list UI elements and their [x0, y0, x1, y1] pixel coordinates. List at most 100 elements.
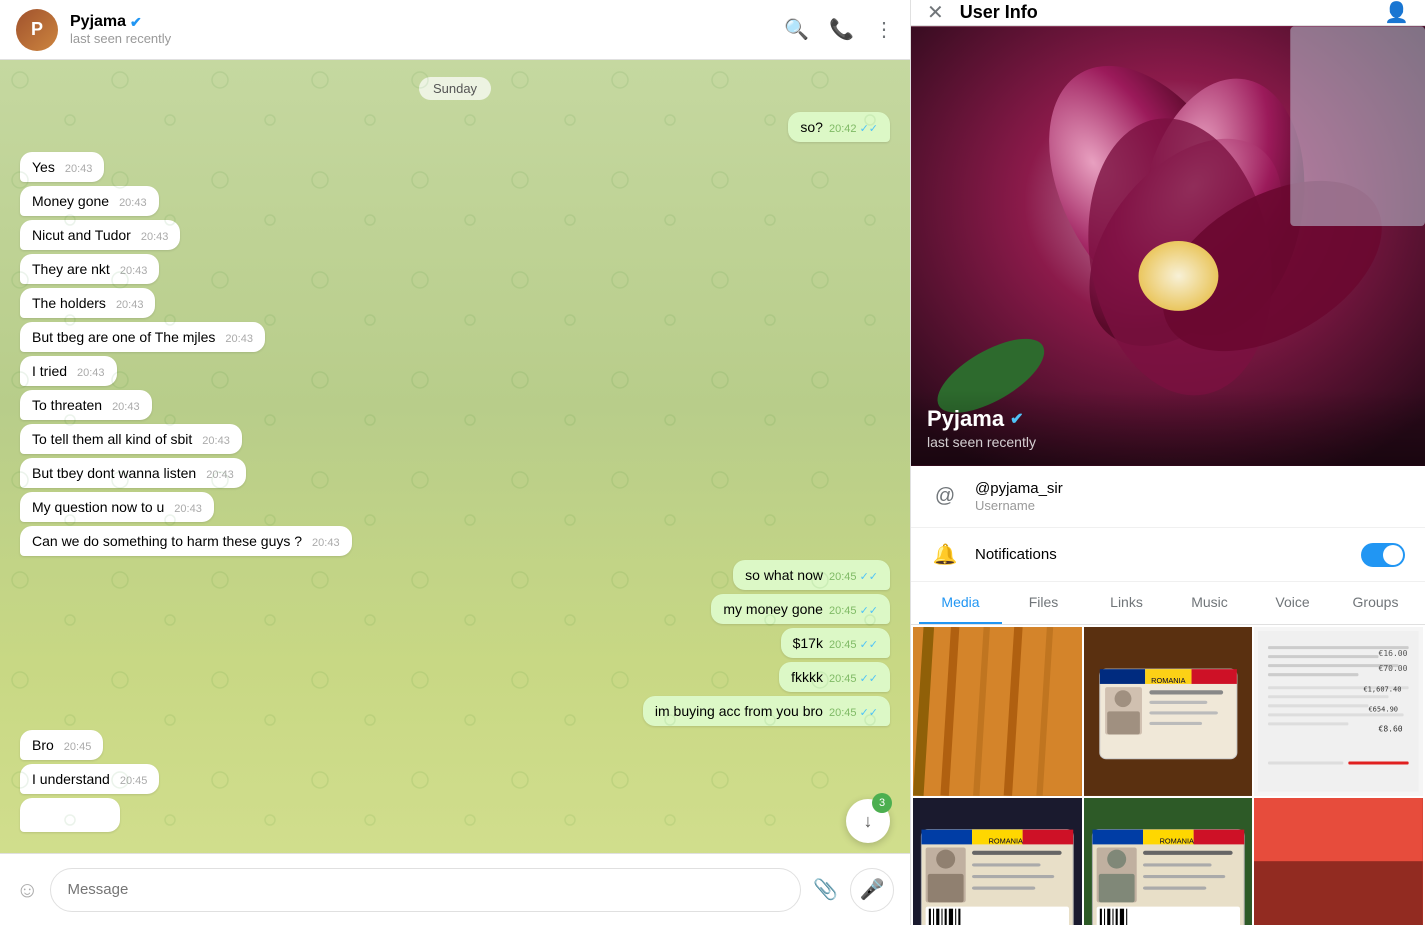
message-text: Yes — [32, 159, 55, 175]
username-content: @pyjama_sir Username — [975, 480, 1405, 513]
message-time: 20:43 — [206, 469, 234, 481]
header-actions: 🔍 📞 ⋮ — [784, 17, 894, 42]
message-row: But tbeg are one of The mjles 20:43 — [20, 322, 890, 352]
svg-text:€654.90: €654.90 — [1369, 704, 1399, 713]
message-row: My question now to u 20:43 — [20, 492, 890, 522]
message-input[interactable] — [50, 868, 801, 912]
contact-name: Pyjama ✔ — [70, 13, 772, 31]
message-text: Bro — [32, 737, 54, 753]
message-row: Can we do something to harm these guys ?… — [20, 526, 890, 556]
message-time: 20:43 — [225, 333, 253, 345]
message-row: fkkkk 20:45 ✓✓ — [20, 662, 890, 692]
media-cell[interactable] — [913, 627, 1082, 796]
message-time: 20:43 — [116, 299, 144, 311]
chat-panel: P Pyjama ✔ last seen recently 🔍 📞 ⋮ Sund… — [0, 0, 910, 925]
user-photo: Pyjama ✔ last seen recently — [911, 26, 1425, 466]
message-row: Yes 20:43 — [20, 152, 890, 182]
received-bubble: My question now to u 20:43 — [20, 492, 214, 522]
message-time: 20:43 — [119, 197, 147, 209]
chat-messages-area: Sunday so? 20:42 ✓✓ Yes 20:43 — [0, 60, 910, 925]
received-bubble: To threaten 20:43 — [20, 390, 152, 420]
media-thumbnail-svg: ROMANIA — [913, 798, 1082, 925]
received-bubble: To tell them all kind of sbit 20:43 — [20, 424, 242, 454]
message-time: 20:43 — [77, 367, 105, 379]
toggle-knob — [1383, 545, 1403, 565]
read-check-icon: ✓✓ — [860, 605, 878, 617]
message-text: Can we do something to harm these guys ? — [32, 533, 302, 549]
message-row — [20, 798, 890, 832]
message-text: I understand — [32, 771, 110, 787]
message-row: my money gone 20:45 ✓✓ — [20, 594, 890, 624]
message-row: I tried 20:43 — [20, 356, 890, 386]
tab-groups[interactable]: Groups — [1334, 582, 1417, 624]
message-text: Nicut and Tudor — [32, 227, 131, 243]
message-time: 20:45 — [64, 741, 92, 753]
message-text: To threaten — [32, 397, 102, 413]
message-row: I understand 20:45 — [20, 764, 890, 794]
search-icon[interactable]: 🔍 — [784, 17, 809, 42]
read-check-icon: ✓✓ — [860, 673, 878, 685]
sent-bubble: so? 20:42 ✓✓ — [788, 112, 890, 142]
svg-text:ROMANIA: ROMANIA — [1159, 836, 1193, 845]
chevron-down-icon: ↓ — [864, 811, 873, 832]
message-time: 20:42 ✓✓ — [829, 122, 878, 135]
media-cell[interactable]: ROMANIA — [1084, 798, 1253, 925]
user-photo-name: Pyjama ✔ — [927, 406, 1409, 432]
message-text: The holders — [32, 295, 106, 311]
tab-voice[interactable]: Voice — [1251, 582, 1334, 624]
received-bubble: But tbey dont wanna listen 20:43 — [20, 458, 246, 488]
day-label: Sunday — [20, 80, 890, 98]
sent-bubble: fkkkk 20:45 ✓✓ — [779, 662, 890, 692]
message-text: To tell them all kind of sbit — [32, 431, 192, 447]
svg-text:€70.00: €70.00 — [1379, 664, 1408, 673]
call-icon[interactable]: 📞 — [829, 17, 854, 42]
message-text: so what now — [745, 567, 823, 583]
scroll-down-button[interactable]: ↓ 3 — [846, 799, 890, 843]
message-text: fkkkk — [791, 669, 823, 685]
message-text: But tbeg are one of The mjles — [32, 329, 215, 345]
media-thumbnail-svg — [913, 627, 1082, 796]
media-thumbnail-svg: ROMANIA — [1084, 627, 1253, 796]
read-check-icon: ✓✓ — [860, 707, 878, 719]
message-time: 20:45 ✓✓ — [829, 604, 878, 617]
media-cell[interactable] — [1254, 798, 1423, 925]
media-cell[interactable]: ROMANIA — [1084, 627, 1253, 796]
tab-links[interactable]: Links — [1085, 582, 1168, 624]
message-time: 20:43 — [312, 537, 340, 549]
read-check-icon: ✓✓ — [860, 123, 878, 135]
message-row: so what now 20:45 ✓✓ — [20, 560, 890, 590]
notifications-row: 🔔 Notifications — [911, 528, 1425, 582]
attach-button[interactable]: 📎 — [813, 877, 838, 902]
message-text: Money gone — [32, 193, 109, 209]
received-bubble: Money gone 20:43 — [20, 186, 159, 216]
notifications-toggle[interactable] — [1361, 543, 1405, 567]
tab-media[interactable]: Media — [919, 582, 1002, 624]
username-value[interactable]: @pyjama_sir — [975, 480, 1405, 497]
message-time: 20:43 — [174, 503, 202, 515]
avatar: P — [16, 9, 58, 51]
chat-input-bar: ☺ 📎 🎤 — [0, 853, 910, 925]
message-time: 20:45 ✓✓ — [829, 672, 878, 685]
user-action-icon[interactable]: 👤 — [1384, 0, 1409, 25]
svg-text:€1,607.40: €1,607.40 — [1364, 684, 1402, 693]
message-text: im buying acc from you bro — [655, 703, 823, 719]
at-icon: @ — [931, 485, 959, 508]
message-row: Money gone 20:43 — [20, 186, 890, 216]
received-bubble: Bro 20:45 — [20, 730, 103, 760]
media-cell[interactable]: ROMANIA — [913, 798, 1082, 925]
received-bubble: I understand 20:45 — [20, 764, 159, 794]
message-text: My question now to u — [32, 499, 164, 515]
svg-text:ROMANIA: ROMANIA — [1151, 676, 1185, 685]
voice-button[interactable]: 🎤 — [850, 868, 894, 912]
more-icon[interactable]: ⋮ — [874, 17, 894, 42]
tab-music[interactable]: Music — [1168, 582, 1251, 624]
user-photo-overlay: Pyjama ✔ last seen recently — [911, 390, 1425, 466]
media-tabs: Media Files Links Music Voice Groups — [911, 582, 1425, 625]
username-label: Username — [975, 498, 1405, 513]
media-cell[interactable]: €16.00 €70.00 €1,607.40 €654.90 €8.60 — [1254, 627, 1423, 796]
close-button[interactable]: ✕ — [927, 0, 944, 25]
emoji-button[interactable]: ☺ — [16, 877, 38, 903]
contact-status: last seen recently — [70, 31, 772, 46]
tab-files[interactable]: Files — [1002, 582, 1085, 624]
read-check-icon: ✓✓ — [860, 639, 878, 651]
